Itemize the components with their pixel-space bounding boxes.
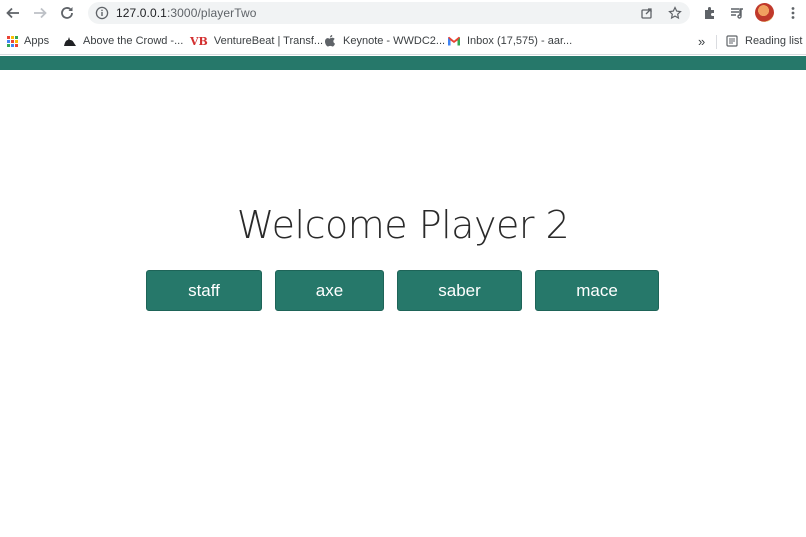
- reading-list-icon: [726, 35, 738, 47]
- bookmarks-overflow-button[interactable]: »: [698, 33, 705, 49]
- url-text[interactable]: 127.0.0.1:3000/playerTwo: [116, 6, 257, 20]
- bookmark-label: Apps: [24, 35, 50, 47]
- bookmarks-divider: [716, 35, 717, 49]
- extensions-icon[interactable]: [702, 5, 718, 21]
- more-menu-icon[interactable]: [785, 5, 801, 21]
- address-bar[interactable]: 127.0.0.1:3000/playerTwo: [88, 2, 690, 24]
- forward-button[interactable]: [30, 3, 50, 23]
- above-the-crowd-favicon: [64, 37, 76, 46]
- bookmark-star-icon[interactable]: [668, 6, 682, 20]
- reload-button[interactable]: [57, 3, 77, 23]
- apps-grid-icon: [7, 35, 18, 47]
- reading-list-label: Reading list: [745, 35, 803, 47]
- bookmark-above-the-crowd[interactable]: Above the Crowd -...: [63, 33, 183, 49]
- share-icon[interactable]: [640, 6, 654, 20]
- url-host: 127.0.0.1: [116, 6, 167, 20]
- app-header-bar: [0, 56, 806, 70]
- saber-button[interactable]: saber: [397, 270, 522, 311]
- staff-button[interactable]: staff: [146, 270, 262, 311]
- url-path: :3000/playerTwo: [166, 6, 257, 20]
- site-info-icon[interactable]: [95, 6, 109, 20]
- bookmarks-bar: Apps Above the Crowd -... VB VentureBeat…: [0, 27, 806, 55]
- arrow-left-icon: [6, 7, 19, 19]
- bookmark-keynote-wwdc[interactable]: Keynote - WWDC2...: [323, 33, 445, 49]
- media-queue-icon[interactable]: [729, 5, 745, 21]
- gmail-favicon: [448, 36, 460, 46]
- reload-icon: [61, 7, 73, 19]
- browser-toolbar: 127.0.0.1:3000/playerTwo: [0, 0, 806, 27]
- venturebeat-favicon: VB: [190, 34, 208, 48]
- bookmark-label: VentureBeat | Transf...: [213, 35, 324, 47]
- bookmark-label: Inbox (17,575) - aar...: [467, 35, 573, 47]
- mace-button[interactable]: mace: [535, 270, 659, 311]
- bookmark-label: Above the Crowd -...: [83, 35, 184, 47]
- apple-favicon: [325, 35, 335, 47]
- chevron-double-right-icon: »: [698, 33, 706, 49]
- axe-button[interactable]: axe: [275, 270, 384, 311]
- page-title: Welcome Player 2: [236, 203, 570, 247]
- reading-list-button[interactable]: Reading list: [725, 33, 802, 49]
- arrow-right-icon: [34, 7, 47, 19]
- bookmark-label: Keynote - WWDC2...: [343, 35, 446, 47]
- bookmark-gmail-inbox[interactable]: Inbox (17,575) - aar...: [447, 33, 572, 49]
- back-button[interactable]: [3, 3, 23, 23]
- profile-avatar[interactable]: [755, 3, 774, 22]
- bookmark-apps[interactable]: Apps: [7, 33, 49, 49]
- bookmark-venturebeat[interactable]: VB VentureBeat | Transf...: [190, 33, 323, 49]
